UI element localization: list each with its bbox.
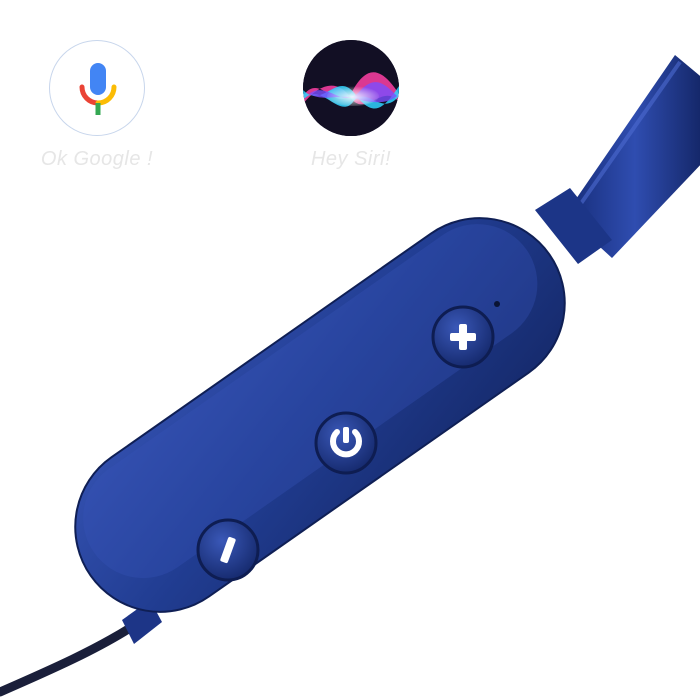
neckband-remote-illustration: [0, 55, 700, 697]
power-button[interactable]: [314, 411, 378, 475]
remote-body: [74, 217, 566, 613]
neckband-strap: [535, 55, 700, 264]
volume-up-button[interactable]: [431, 305, 495, 369]
microphone-hole: [494, 301, 500, 307]
volume-down-button[interactable]: [196, 518, 260, 582]
audio-cable: [0, 600, 162, 697]
